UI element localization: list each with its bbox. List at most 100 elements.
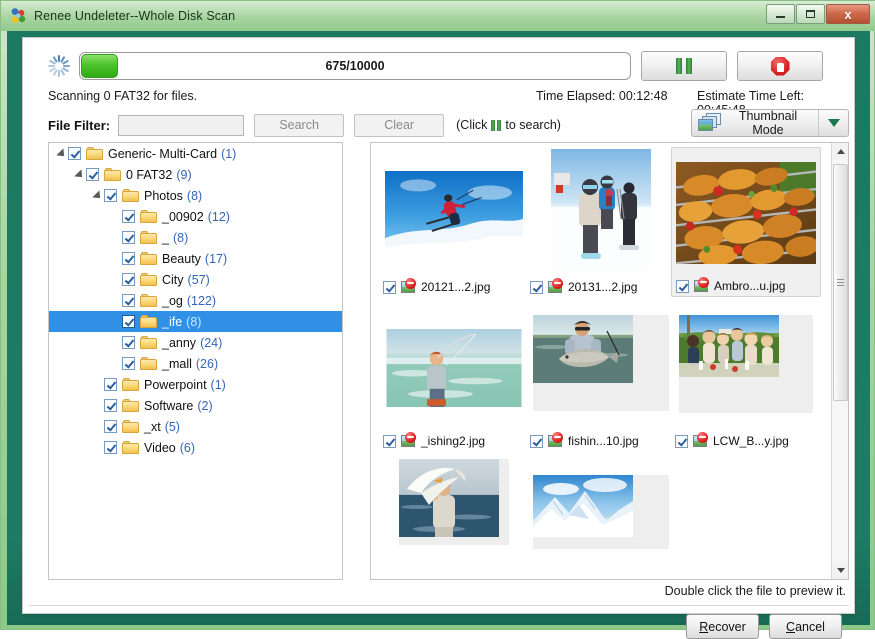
tree-item-label: Beauty bbox=[162, 252, 201, 266]
folder-tree-panel[interactable]: Generic- Multi-Card(1)0 FAT32(9)Photos(8… bbox=[48, 142, 343, 580]
tree-item-label: Software bbox=[144, 399, 193, 413]
tree-item-video[interactable]: Video(6) bbox=[49, 437, 342, 458]
tree-item-checkbox[interactable] bbox=[104, 399, 117, 412]
tree-item-checkbox[interactable] bbox=[122, 315, 135, 328]
recover-button[interactable]: Recover bbox=[686, 614, 759, 639]
thumbnail-checkbox[interactable] bbox=[530, 281, 543, 294]
cancel-button-label: Cancel bbox=[786, 620, 825, 634]
file-filter-input[interactable] bbox=[118, 115, 244, 136]
tree-item-beauty[interactable]: Beauty(17) bbox=[49, 248, 342, 269]
thumbnail-caption: 20131...2.jpg bbox=[530, 280, 674, 294]
folder-icon bbox=[122, 420, 139, 434]
tree-item-anny[interactable]: _anny(24) bbox=[49, 332, 342, 353]
tree-item-checkbox[interactable] bbox=[104, 378, 117, 391]
file-panel-scrollbar[interactable] bbox=[831, 143, 848, 579]
thumbnail-item[interactable]: LCW_B...y.jpg bbox=[671, 301, 821, 451]
stop-button[interactable] bbox=[737, 51, 823, 81]
tree-item-ife[interactable]: _ife(8) bbox=[49, 311, 342, 332]
tree-item-checkbox[interactable] bbox=[104, 420, 117, 433]
tree-expander-spacer bbox=[109, 269, 122, 290]
view-mode-dropdown[interactable]: Thumbnail Mode bbox=[691, 109, 849, 137]
tree-expander-icon[interactable] bbox=[91, 185, 104, 206]
pause-button[interactable] bbox=[641, 51, 727, 81]
thumbnail-item[interactable]: _ishing2.jpg bbox=[379, 301, 529, 451]
tree-item-label: Generic- Multi-Card bbox=[108, 147, 217, 161]
tree-item-checkbox[interactable] bbox=[104, 189, 117, 202]
thumbnail-checkbox[interactable] bbox=[383, 435, 396, 448]
close-icon: x bbox=[844, 8, 851, 21]
tree-expander-icon[interactable] bbox=[55, 143, 68, 164]
file-thumbnail-panel[interactable]: 20121...2.jpg bbox=[370, 142, 849, 580]
tree-item-label: City bbox=[162, 273, 184, 287]
tree-item-count: (57) bbox=[188, 273, 210, 287]
deleted-image-file-icon bbox=[401, 434, 416, 448]
scroll-up-arrow-icon[interactable] bbox=[832, 143, 849, 160]
tree-item-checkbox[interactable] bbox=[122, 357, 135, 370]
tree-item-city[interactable]: City (57) bbox=[49, 269, 342, 290]
tree-item-checkbox[interactable] bbox=[104, 441, 117, 454]
thumbnail-checkbox[interactable] bbox=[676, 280, 689, 293]
scan-progress-bar: 675/10000 bbox=[79, 52, 631, 80]
thumbnail-filename: _ishing2.jpg bbox=[421, 434, 485, 448]
tree-item-xt[interactable]: _xt(5) bbox=[49, 416, 342, 437]
thumbnail-image[interactable] bbox=[533, 475, 669, 549]
thumbnail-image[interactable] bbox=[533, 315, 669, 411]
thumbnail-image[interactable] bbox=[679, 315, 813, 413]
thumbnail-checkbox[interactable] bbox=[383, 281, 396, 294]
thumbnail-image[interactable] bbox=[385, 171, 523, 255]
scrollbar-thumb[interactable] bbox=[833, 164, 848, 401]
tree-item-photos[interactable]: Photos(8) bbox=[49, 185, 342, 206]
maximize-button[interactable] bbox=[796, 4, 825, 24]
tree-item-powerpoint[interactable]: Powerpoint(1) bbox=[49, 374, 342, 395]
tree-expander-icon[interactable] bbox=[73, 164, 86, 185]
tree-item-00902[interactable]: _00902(12) bbox=[49, 206, 342, 227]
puzzle-icon bbox=[9, 7, 27, 25]
chevron-down-icon[interactable] bbox=[818, 110, 848, 136]
folder-icon bbox=[140, 231, 157, 245]
thumbnail-item[interactable]: fishin...10.jpg bbox=[526, 301, 676, 451]
thumbnail-item[interactable] bbox=[526, 453, 676, 579]
tree-item-generic-multi-card[interactable]: Generic- Multi-Card(1) bbox=[49, 143, 342, 164]
file-filter-label: File Filter: bbox=[48, 118, 110, 133]
thumbnail-item[interactable]: 20121...2.jpg bbox=[379, 147, 529, 297]
time-elapsed-text: Time Elapsed: 00:12:48 bbox=[536, 89, 668, 103]
minimize-icon bbox=[776, 16, 785, 18]
tree-item-software[interactable]: Software(2) bbox=[49, 395, 342, 416]
folder-icon bbox=[140, 273, 157, 287]
thumbnail-item[interactable]: Ambro...u.jpg bbox=[671, 147, 821, 297]
tree-item-[interactable]: _(8) bbox=[49, 227, 342, 248]
close-button[interactable]: x bbox=[826, 4, 870, 24]
tree-item-checkbox[interactable] bbox=[86, 168, 99, 181]
scroll-down-arrow-icon[interactable] bbox=[832, 562, 849, 579]
minimize-button[interactable] bbox=[766, 4, 795, 24]
tree-item-checkbox[interactable] bbox=[122, 210, 135, 223]
tree-item-mall[interactable]: _mall(26) bbox=[49, 353, 342, 374]
thumbnail-image[interactable] bbox=[387, 329, 522, 407]
thumbnail-checkbox[interactable] bbox=[530, 435, 543, 448]
tree-item-count: (8) bbox=[173, 231, 188, 245]
tree-item-checkbox[interactable] bbox=[122, 273, 135, 286]
thumbnail-checkbox[interactable] bbox=[675, 435, 688, 448]
tree-item-og[interactable]: _og(122) bbox=[49, 290, 342, 311]
thumbnail-item[interactable]: 20131...2.jpg bbox=[526, 147, 676, 297]
thumbnail-item[interactable] bbox=[379, 453, 529, 579]
tree-item-checkbox[interactable] bbox=[122, 231, 135, 244]
tree-expander-spacer bbox=[109, 227, 122, 248]
folder-icon bbox=[104, 168, 121, 182]
tree-item-0-fat32[interactable]: 0 FAT32(9) bbox=[49, 164, 342, 185]
search-button[interactable]: Search bbox=[254, 114, 344, 137]
thumbnail-grid: 20121...2.jpg bbox=[371, 143, 832, 579]
titlebar: Renee Undeleter--Whole Disk Scan x bbox=[1, 1, 875, 31]
clear-button[interactable]: Clear bbox=[354, 114, 444, 137]
tree-item-checkbox[interactable] bbox=[122, 252, 135, 265]
pause-icon-inline bbox=[491, 120, 501, 131]
thumbnail-filename: LCW_B...y.jpg bbox=[713, 434, 789, 448]
thumbnail-image[interactable] bbox=[551, 149, 651, 269]
pause-icon bbox=[676, 58, 692, 74]
thumbnail-image[interactable] bbox=[676, 162, 816, 264]
tree-item-checkbox[interactable] bbox=[68, 147, 81, 160]
thumbnail-image[interactable] bbox=[399, 459, 509, 545]
tree-item-checkbox[interactable] bbox=[122, 294, 135, 307]
cancel-button[interactable]: Cancel bbox=[769, 614, 842, 639]
tree-item-checkbox[interactable] bbox=[122, 336, 135, 349]
